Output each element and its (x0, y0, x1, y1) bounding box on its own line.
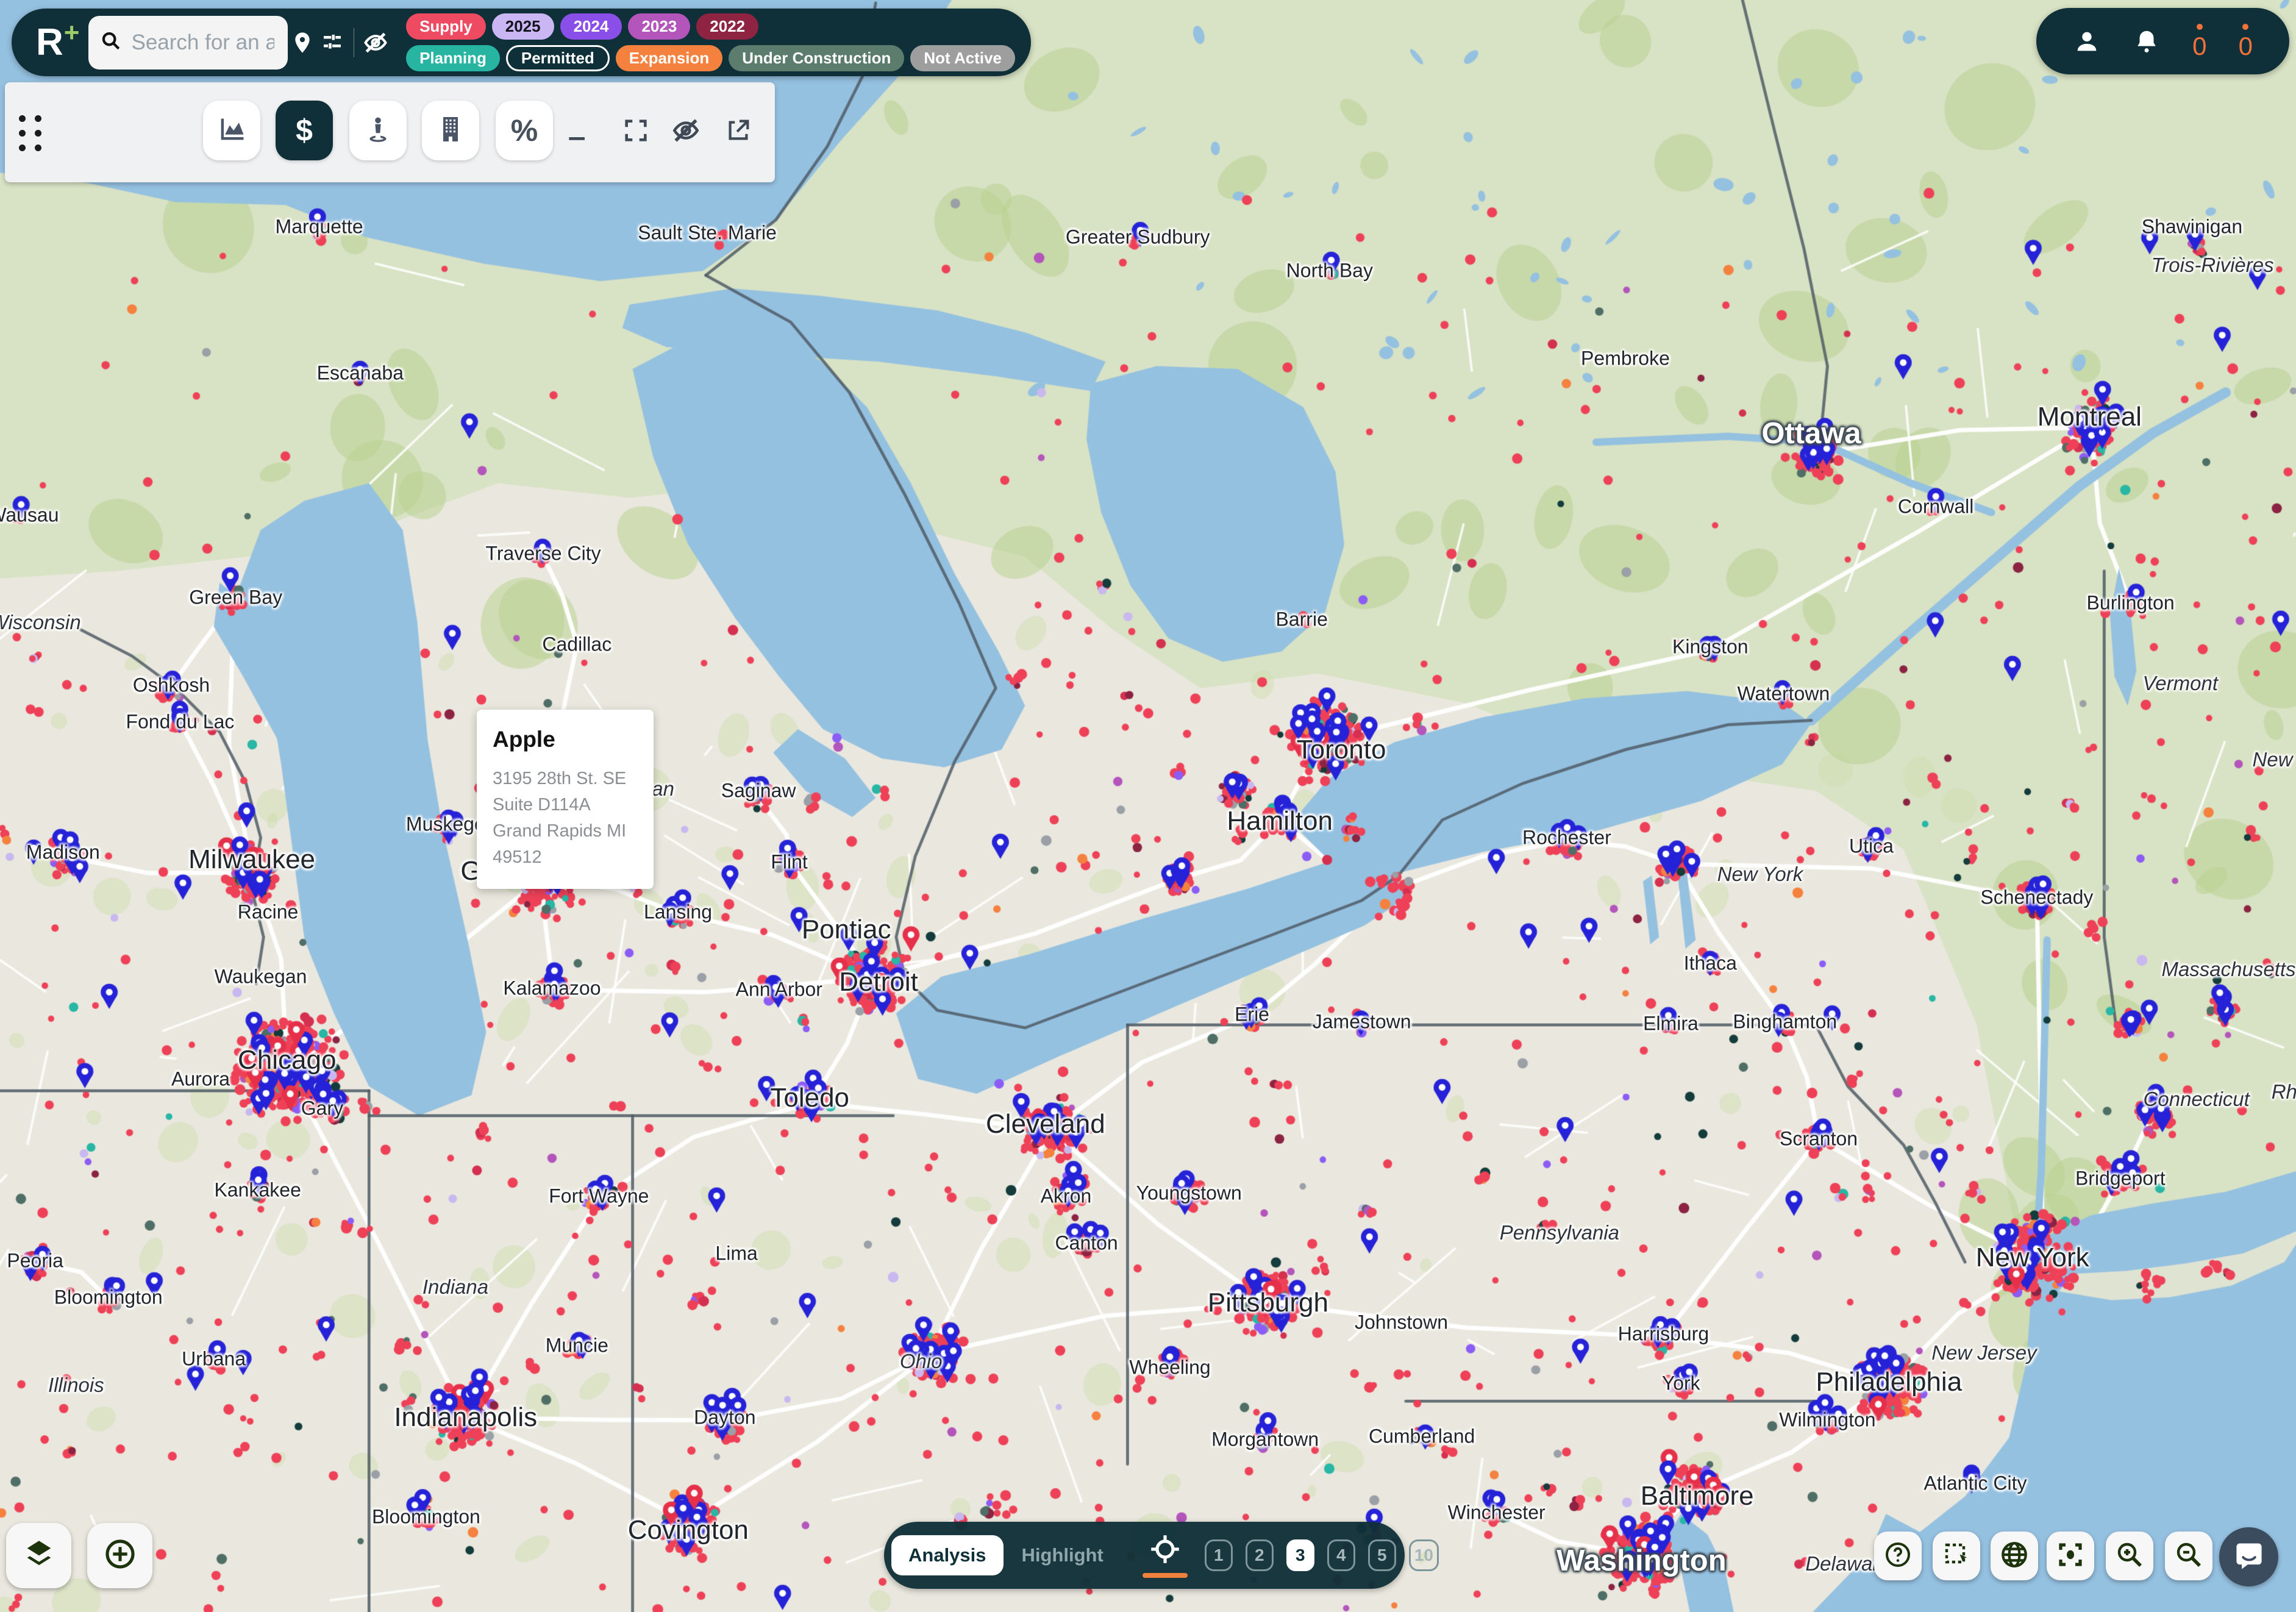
fullscreen-button[interactable] (615, 101, 657, 160)
counter-value: 0 (2192, 34, 2206, 59)
radius-chip-1[interactable]: 1 (1205, 1539, 1233, 1571)
filter-badge-not-active[interactable]: Not Active (910, 45, 1015, 71)
filter-badge-row: PlanningPermittedExpansion Under Construc… (406, 45, 1015, 71)
counter-badge[interactable]: 0 (2192, 24, 2206, 59)
filters-sliders-button[interactable] (318, 21, 348, 65)
hide-panel-eye-off-button[interactable] (665, 101, 707, 160)
search-input[interactable] (130, 30, 276, 55)
search-icon (101, 30, 121, 54)
tooltip-address-line: Grand Rapids MI (493, 818, 638, 844)
tooltip-address-line: 3195 28th St. SE (493, 766, 638, 792)
filter-badge-planning[interactable]: Planning (406, 45, 500, 71)
hide-filters-eye-off-button[interactable] (360, 21, 390, 65)
help-button[interactable] (1874, 1532, 1922, 1580)
user-account-icon[interactable] (2073, 27, 2101, 55)
globe-button[interactable] (1991, 1532, 2038, 1580)
logo-plus-icon: + (64, 18, 80, 48)
building-tool-button[interactable] (422, 101, 479, 160)
counter-value: 0 (2239, 34, 2253, 59)
filter-badge-2025[interactable]: 2025 (492, 13, 554, 40)
globe-icon (1999, 1539, 2030, 1573)
zoom-in-icon (2115, 1540, 2144, 1572)
open-external-button[interactable] (717, 101, 760, 160)
map-canvas[interactable] (0, 0, 2296, 1612)
filter-badge-expansion[interactable]: Expansion (616, 45, 722, 71)
building-icon (436, 115, 465, 147)
crosshair-icon (1149, 1533, 1181, 1568)
help-icon (1883, 1540, 1913, 1572)
panel-drag-handle[interactable] (16, 113, 44, 153)
chat-support-button[interactable] (2219, 1527, 2278, 1586)
map-application: MarquetteSault Ste. MarieGreater Sudbury… (0, 0, 2296, 1612)
active-tool-underline (1143, 1573, 1188, 1578)
account-pill: 0 0 (2036, 8, 2289, 74)
analysis-tool-panel: $ % (5, 82, 775, 182)
street-view-person-icon (363, 114, 393, 148)
filter-badge-supply[interactable]: Supply (406, 13, 486, 40)
chat-bubble-icon (2233, 1539, 2265, 1574)
zoom-out-button[interactable] (2165, 1532, 2212, 1580)
counter-dot-icon (2197, 24, 2203, 30)
analysis-tab[interactable]: Analysis (891, 1535, 1004, 1575)
focus-icon (2056, 1540, 2085, 1572)
center-focus-button[interactable] (2047, 1532, 2094, 1580)
percent-icon: % (511, 113, 538, 148)
app-logo[interactable]: R+ (36, 24, 79, 62)
area-select-button[interactable] (1933, 1532, 1980, 1580)
filter-badge-under-construction[interactable]: Under Construction (729, 45, 904, 71)
radius-chip-2[interactable]: 2 (1246, 1539, 1274, 1571)
street-view-tool-button[interactable] (349, 101, 407, 160)
location-pin-button[interactable] (288, 21, 318, 65)
tooltip-address-line: Suite D114A (493, 792, 638, 818)
radius-chip-4[interactable]: 4 (1327, 1539, 1355, 1571)
filter-badges: Supply2025202420232022 PlanningPermitted… (406, 13, 1015, 71)
counter-dot-icon (2242, 24, 2248, 30)
tooltip-title: Apple (493, 727, 638, 752)
highlight-tab[interactable]: Highlight (1004, 1544, 1122, 1566)
filter-badge-2024[interactable]: 2024 (560, 13, 622, 40)
zoom-out-icon (2174, 1540, 2203, 1572)
counter-badge[interactable]: 0 (2239, 24, 2253, 59)
radius-options: 12345 10 (1205, 1539, 1439, 1571)
dollar-tool-button[interactable]: $ (276, 101, 333, 160)
filter-badge-2022[interactable]: 2022 (696, 13, 758, 40)
tooltip-address-line: 49512 (493, 844, 638, 871)
top-header-bar: R+ Supply2025202420232022 PlanningPermit… (12, 9, 1031, 76)
area-chart-icon (216, 113, 248, 148)
filter-badge-row: Supply2025202420232022 (406, 13, 1015, 40)
radius-chip-10[interactable]: 10 (1409, 1539, 1439, 1571)
filter-badge-2023[interactable]: 2023 (628, 13, 690, 40)
selection-box-icon (1942, 1540, 1971, 1572)
add-location-button[interactable] (87, 1523, 152, 1588)
layers-icon (21, 1536, 57, 1575)
dollar-icon: $ (296, 113, 313, 148)
radius-chip-5[interactable]: 5 (1368, 1539, 1396, 1571)
analysis-mode-bar: Analysis Highlight 1234510 (884, 1522, 1405, 1589)
minimize-panel-button[interactable] (557, 101, 599, 160)
chart-tool-button[interactable] (203, 101, 260, 160)
filter-badge-permitted[interactable]: Permitted (506, 45, 610, 71)
radius-chip-3[interactable]: 3 (1286, 1539, 1314, 1571)
plus-circle-icon (103, 1537, 137, 1574)
notifications-bell-icon[interactable] (2133, 27, 2161, 55)
percent-tool-button[interactable]: % (496, 101, 553, 160)
location-tooltip: Apple 3195 28th St. SE Suite D114A Grand… (477, 710, 654, 889)
radius-target-button[interactable] (1143, 1533, 1188, 1578)
layers-button[interactable] (6, 1523, 71, 1588)
zoom-in-button[interactable] (2106, 1532, 2153, 1580)
search-box[interactable] (88, 16, 288, 70)
